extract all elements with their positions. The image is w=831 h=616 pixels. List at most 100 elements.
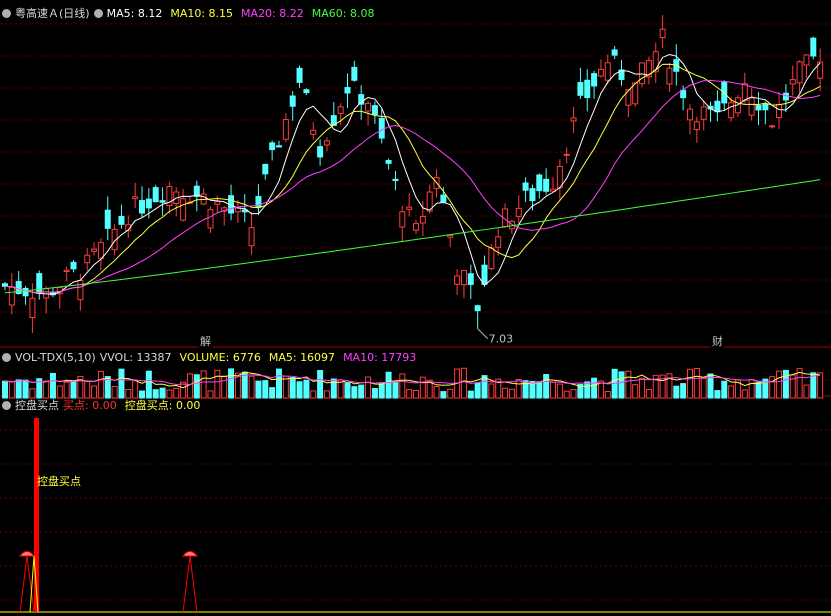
volume-bar (413, 389, 419, 399)
volume-bar (714, 390, 721, 399)
ma10-line (4, 63, 821, 293)
candle-body (700, 106, 707, 120)
volume-bar (440, 391, 447, 399)
volume-indicator-name: VOL-TDX(5,10) (15, 351, 96, 364)
volume-bar (728, 385, 735, 399)
volume-panel-header: VOL-TDX(5,10) VVOL: 13387 VOLUME: 6776 MA5:… (2, 350, 424, 366)
volume-bar (817, 372, 824, 399)
volume-settings-icon[interactable] (2, 353, 11, 362)
volume-bar (556, 383, 563, 399)
candle-body (413, 223, 419, 231)
event-marker-1[interactable]: 解 (199, 335, 212, 348)
candle-body (481, 264, 488, 285)
volume-bar (687, 368, 693, 399)
candle-body (139, 200, 145, 214)
volume-bar (632, 384, 639, 399)
volume-bar (782, 369, 789, 399)
vvol-value: 13387 (136, 351, 172, 364)
candle-body (63, 269, 70, 273)
ma60-line (4, 179, 821, 294)
indicator-settings-icon[interactable] (2, 401, 11, 410)
candle-body (91, 248, 98, 252)
volume-bar (563, 390, 570, 399)
volume-bar (385, 371, 392, 399)
candle-body (207, 209, 214, 229)
volume-bar (673, 385, 680, 399)
volume-bar (310, 390, 317, 399)
candle-body (659, 28, 666, 39)
buy-label: 买点: (63, 399, 89, 412)
candle-body (597, 68, 604, 77)
chart-canvas[interactable]: 7.03 (0, 0, 831, 616)
event-marker-2[interactable]: 财 (711, 335, 724, 348)
candle-body (762, 103, 769, 111)
volume-bar (43, 380, 50, 399)
volume-bar (2, 380, 8, 399)
candle-body (97, 242, 104, 259)
candle-body (522, 182, 529, 191)
volume-bar (255, 380, 262, 399)
candle-body (159, 200, 166, 203)
ma60-label: MA60: (311, 7, 347, 20)
volume-bar (460, 367, 467, 399)
volume-bar (591, 377, 598, 399)
candle-body (570, 117, 577, 122)
panel-toggle-icon[interactable] (2, 9, 11, 18)
candle-body (789, 79, 796, 85)
candle-body (152, 187, 159, 203)
volume-bar (63, 381, 70, 399)
signal-bar (34, 418, 39, 612)
volume-bar (139, 390, 145, 399)
volume-bar (159, 387, 166, 399)
candle-body (36, 273, 43, 294)
volume-bar (248, 375, 255, 399)
candle-body (440, 194, 447, 203)
candle-body (755, 105, 762, 111)
candle-body (317, 146, 324, 158)
volume-bar (351, 386, 358, 399)
indicator-name: 控盘买点 (15, 399, 59, 412)
ma20-value: 8.22 (279, 7, 304, 20)
volume-bar (625, 370, 632, 399)
candle-body (769, 125, 776, 128)
volume-bar (29, 388, 36, 399)
candle-body (337, 106, 344, 114)
panel-settings-icon[interactable] (93, 9, 103, 18)
candle-body (748, 97, 755, 116)
volume-bar (193, 374, 200, 399)
volume-bar (803, 384, 810, 399)
candle-body (289, 95, 296, 107)
volume-bar (604, 391, 611, 399)
candle-body (515, 207, 522, 217)
buy-value: 0.00 (92, 399, 117, 412)
candle-body (687, 108, 693, 121)
candle-body (728, 102, 735, 119)
volume-bar (132, 380, 139, 399)
volume-bar (186, 373, 193, 399)
candle-body (796, 61, 803, 84)
candle-body (145, 198, 152, 209)
volume-bar (508, 388, 515, 399)
volume-bar (550, 381, 556, 399)
candle-body (378, 117, 385, 139)
candle-body (543, 178, 550, 192)
candle-body (454, 275, 461, 285)
candle-body (776, 103, 783, 118)
volume-bar (118, 368, 125, 399)
ma20-label: MA20: (241, 7, 276, 20)
volume-bar (111, 386, 118, 399)
volume-bar (543, 374, 550, 399)
ma60-value: 8.08 (349, 7, 375, 20)
candle-body (680, 89, 687, 99)
volume-bar (721, 380, 728, 399)
ctrl-label: 控盘买点: (124, 399, 173, 412)
candle-body (591, 73, 598, 87)
volume-bar (91, 385, 98, 399)
volume-bar (776, 370, 783, 399)
volume-bar (269, 387, 276, 399)
candle-body (563, 153, 570, 156)
volume-bar (392, 382, 399, 399)
volume-bar (97, 370, 104, 399)
volume-bar (344, 382, 351, 399)
volume-bar (467, 390, 474, 399)
